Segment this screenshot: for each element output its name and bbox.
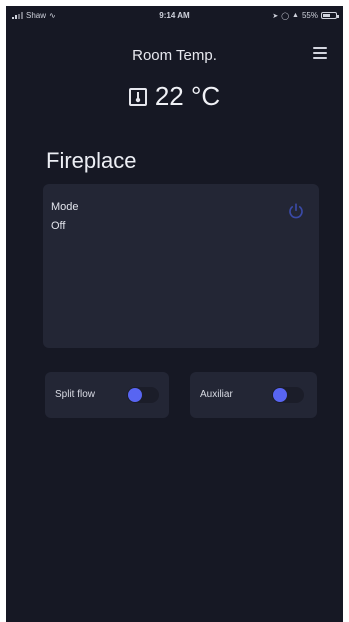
location-arrow-icon: ➤ (272, 12, 279, 20)
app-screen: Shaw ∿ 9:14 AM ➤ ◯ ▲ 55% Room Temp. 22 °… (6, 6, 343, 622)
split-flow-toggle-knob (128, 388, 142, 402)
split-flow-card: Split flow (45, 372, 169, 418)
mode-value: Off (51, 220, 66, 232)
bluetooth-icon: ▲ (292, 12, 299, 19)
battery-icon (321, 12, 339, 19)
hamburger-menu-icon[interactable] (313, 47, 327, 59)
auxiliar-label: Auxiliar (200, 389, 233, 400)
alarm-icon: ◯ (281, 12, 290, 20)
mode-card[interactable]: Mode Off (43, 184, 319, 348)
split-flow-label: Split flow (55, 389, 96, 400)
page-title: Room Temp. (132, 47, 217, 64)
power-icon[interactable] (287, 202, 305, 220)
thermometer-icon (128, 87, 147, 106)
auxiliar-card: Auxiliar (190, 372, 317, 418)
split-flow-toggle[interactable] (127, 387, 159, 403)
auxiliar-toggle-knob (273, 388, 287, 402)
mode-label: Mode (51, 201, 79, 213)
status-bar: Shaw ∿ 9:14 AM ➤ ◯ ▲ 55% (6, 6, 343, 26)
battery-percent: 55% (301, 11, 318, 20)
device-name: Fireplace (46, 148, 137, 173)
temperature-display: 22 °C (6, 81, 343, 112)
auxiliar-toggle[interactable] (272, 387, 304, 403)
status-right: ➤ ◯ ▲ 55% (272, 11, 339, 20)
temperature-value: 22 °C (154, 81, 221, 111)
